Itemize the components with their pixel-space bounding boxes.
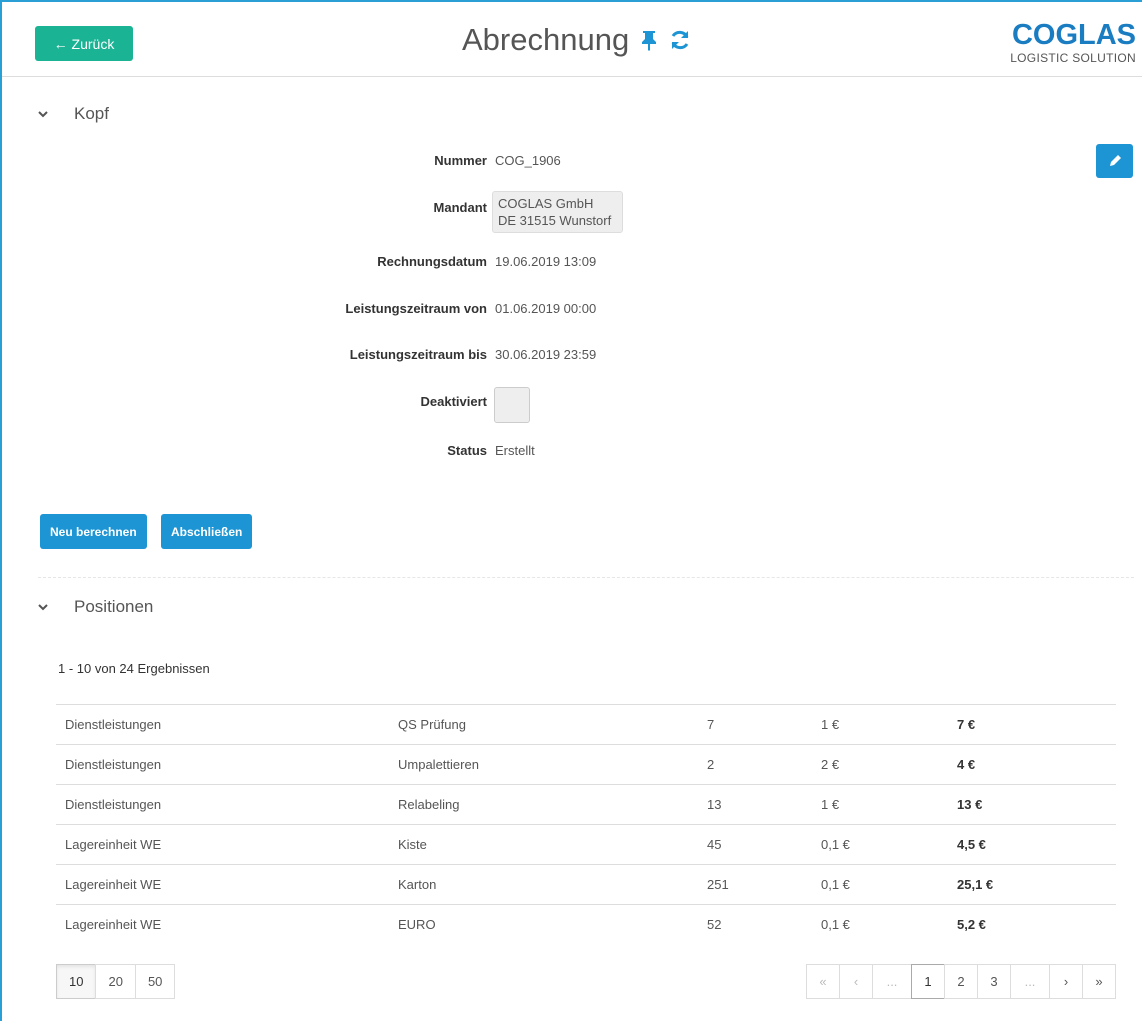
mandant-label: Mandant <box>433 200 487 215</box>
table-row[interactable]: Lagereinheit WE Kiste 45 0,1 € 4,5 € <box>56 824 1116 865</box>
unit-price-cell: 2 € <box>821 744 957 785</box>
unit-price-cell: 0,1 € <box>821 904 957 945</box>
page-size-10[interactable]: 10 <box>56 964 97 999</box>
category-cell: Lagereinheit WE <box>56 824 398 865</box>
category-cell: Lagereinheit WE <box>56 904 398 945</box>
mandant-line-2: DE 31515 Wunstorf <box>498 213 612 228</box>
title-group: Abrechnung <box>462 22 689 58</box>
chevron-down-icon <box>38 111 48 118</box>
table-row[interactable]: Dienstleistungen Relabeling 13 1 € 13 € <box>56 784 1116 825</box>
leistungszeitraum-bis-label: Leistungszeitraum bis <box>349 347 487 362</box>
status-label: Status <box>447 443 487 458</box>
refresh-icon[interactable] <box>669 29 689 51</box>
total-cell: 4,5 € <box>957 824 1116 865</box>
item-cell: Kiste <box>398 824 707 865</box>
nummer-label: Nummer <box>434 153 487 168</box>
neu-berechnen-button[interactable]: Neu berechnen <box>40 514 147 549</box>
pin-icon[interactable] <box>639 29 659 51</box>
item-cell: QS Prüfung <box>398 704 707 745</box>
category-cell: Dienstleistungen <box>56 784 398 825</box>
page-size-20[interactable]: 20 <box>95 964 136 999</box>
item-cell: EURO <box>398 904 707 945</box>
leistungszeitraum-von-label: Leistungszeitraum von <box>345 301 487 316</box>
pencil-icon <box>1109 155 1121 166</box>
rechnungsdatum-value: 19.06.2019 13:09 <box>495 254 597 269</box>
section-divider <box>38 577 1134 578</box>
nummer-value: COG_1906 <box>495 153 561 168</box>
next-page-button[interactable]: › <box>1049 964 1083 999</box>
unit-price-cell: 0,1 € <box>821 824 957 865</box>
total-cell: 5,2 € <box>957 904 1116 945</box>
section-positionen-toggle[interactable]: Positionen <box>38 597 153 617</box>
edit-button[interactable] <box>1096 144 1133 178</box>
page-button-1[interactable]: 1 <box>911 964 945 999</box>
item-cell: Karton <box>398 864 707 905</box>
item-cell: Relabeling <box>398 784 707 825</box>
quantity-cell: 7 <box>707 704 821 745</box>
category-cell: Dienstleistungen <box>56 704 398 745</box>
leistungszeitraum-von-value: 01.06.2019 00:00 <box>495 301 597 316</box>
quantity-cell: 251 <box>707 864 821 905</box>
total-cell: 25,1 € <box>957 864 1116 905</box>
table-row[interactable]: Dienstleistungen QS Prüfung 7 1 € 7 € <box>56 704 1116 745</box>
page-button-3[interactable]: 3 <box>977 964 1011 999</box>
results-count: 1 - 10 von 24 Ergebnissen <box>58 661 210 676</box>
table-row[interactable]: Lagereinheit WE EURO 52 0,1 € 5,2 € <box>56 904 1116 945</box>
unit-price-cell: 0,1 € <box>821 864 957 905</box>
positions-table: Dienstleistungen QS Prüfung 7 1 € 7 € Di… <box>56 704 1116 945</box>
logo-wordmark: COGLAS <box>1011 19 1136 51</box>
deaktiviert-checkbox[interactable] <box>494 387 530 423</box>
category-cell: Dienstleistungen <box>56 744 398 785</box>
category-cell: Lagereinheit WE <box>56 864 398 905</box>
logo-tagline: LOGISTIC SOLUTION <box>1010 51 1136 65</box>
last-page-button[interactable]: » <box>1082 964 1116 999</box>
unit-price-cell: 1 € <box>821 784 957 825</box>
quantity-cell: 13 <box>707 784 821 825</box>
total-cell: 4 € <box>957 744 1116 785</box>
leistungszeitraum-bis-value: 30.06.2019 23:59 <box>495 347 597 362</box>
unit-price-cell: 1 € <box>821 704 957 745</box>
chevron-down-icon <box>38 604 48 611</box>
total-cell: 7 € <box>957 704 1116 745</box>
rechnungsdatum-label: Rechnungsdatum <box>377 254 487 269</box>
section-kopf-toggle[interactable]: Kopf <box>38 104 109 124</box>
item-cell: Umpalettieren <box>398 744 707 785</box>
abschliessen-button[interactable]: Abschließen <box>161 514 253 549</box>
page-title: Abrechnung <box>462 22 630 57</box>
total-cell: 13 € <box>957 784 1116 825</box>
section-title-kopf: Kopf <box>74 104 109 123</box>
status-value: Erstellt <box>495 443 535 458</box>
quantity-cell: 45 <box>707 824 821 865</box>
prev-page-button[interactable]: ‹ <box>839 964 873 999</box>
page-button-2[interactable]: 2 <box>944 964 978 999</box>
first-page-button[interactable]: « <box>806 964 840 999</box>
table-row[interactable]: Lagereinheit WE Karton 251 0,1 € 25,1 € <box>56 864 1116 905</box>
quantity-cell: 2 <box>707 744 821 785</box>
deaktiviert-label: Deaktiviert <box>420 394 487 409</box>
table-row[interactable]: Dienstleistungen Umpalettieren 2 2 € 4 € <box>56 744 1116 785</box>
page-size-selector: 10 20 50 <box>56 964 176 999</box>
section-title-positionen: Positionen <box>74 597 154 616</box>
coglas-logo: COGLAS LOGISTIC SOLUTION <box>1010 20 1136 65</box>
back-button[interactable]: ← Zurück <box>35 26 133 61</box>
ellipsis-left: ... <box>872 964 912 999</box>
quantity-cell: 52 <box>707 904 821 945</box>
mandant-line-1: COGLAS GmbH <box>498 196 594 211</box>
mandant-field: COGLAS GmbH DE 31515 Wunstorf <box>492 191 623 233</box>
ellipsis-right: ... <box>1010 964 1050 999</box>
pagination: « ‹ ... 1 2 3 ... › » <box>806 964 1116 999</box>
page-header: ← Zurück Abrechnung COGLAS LOGISTIC SOLU… <box>2 2 1142 77</box>
page-size-50[interactable]: 50 <box>134 964 176 999</box>
